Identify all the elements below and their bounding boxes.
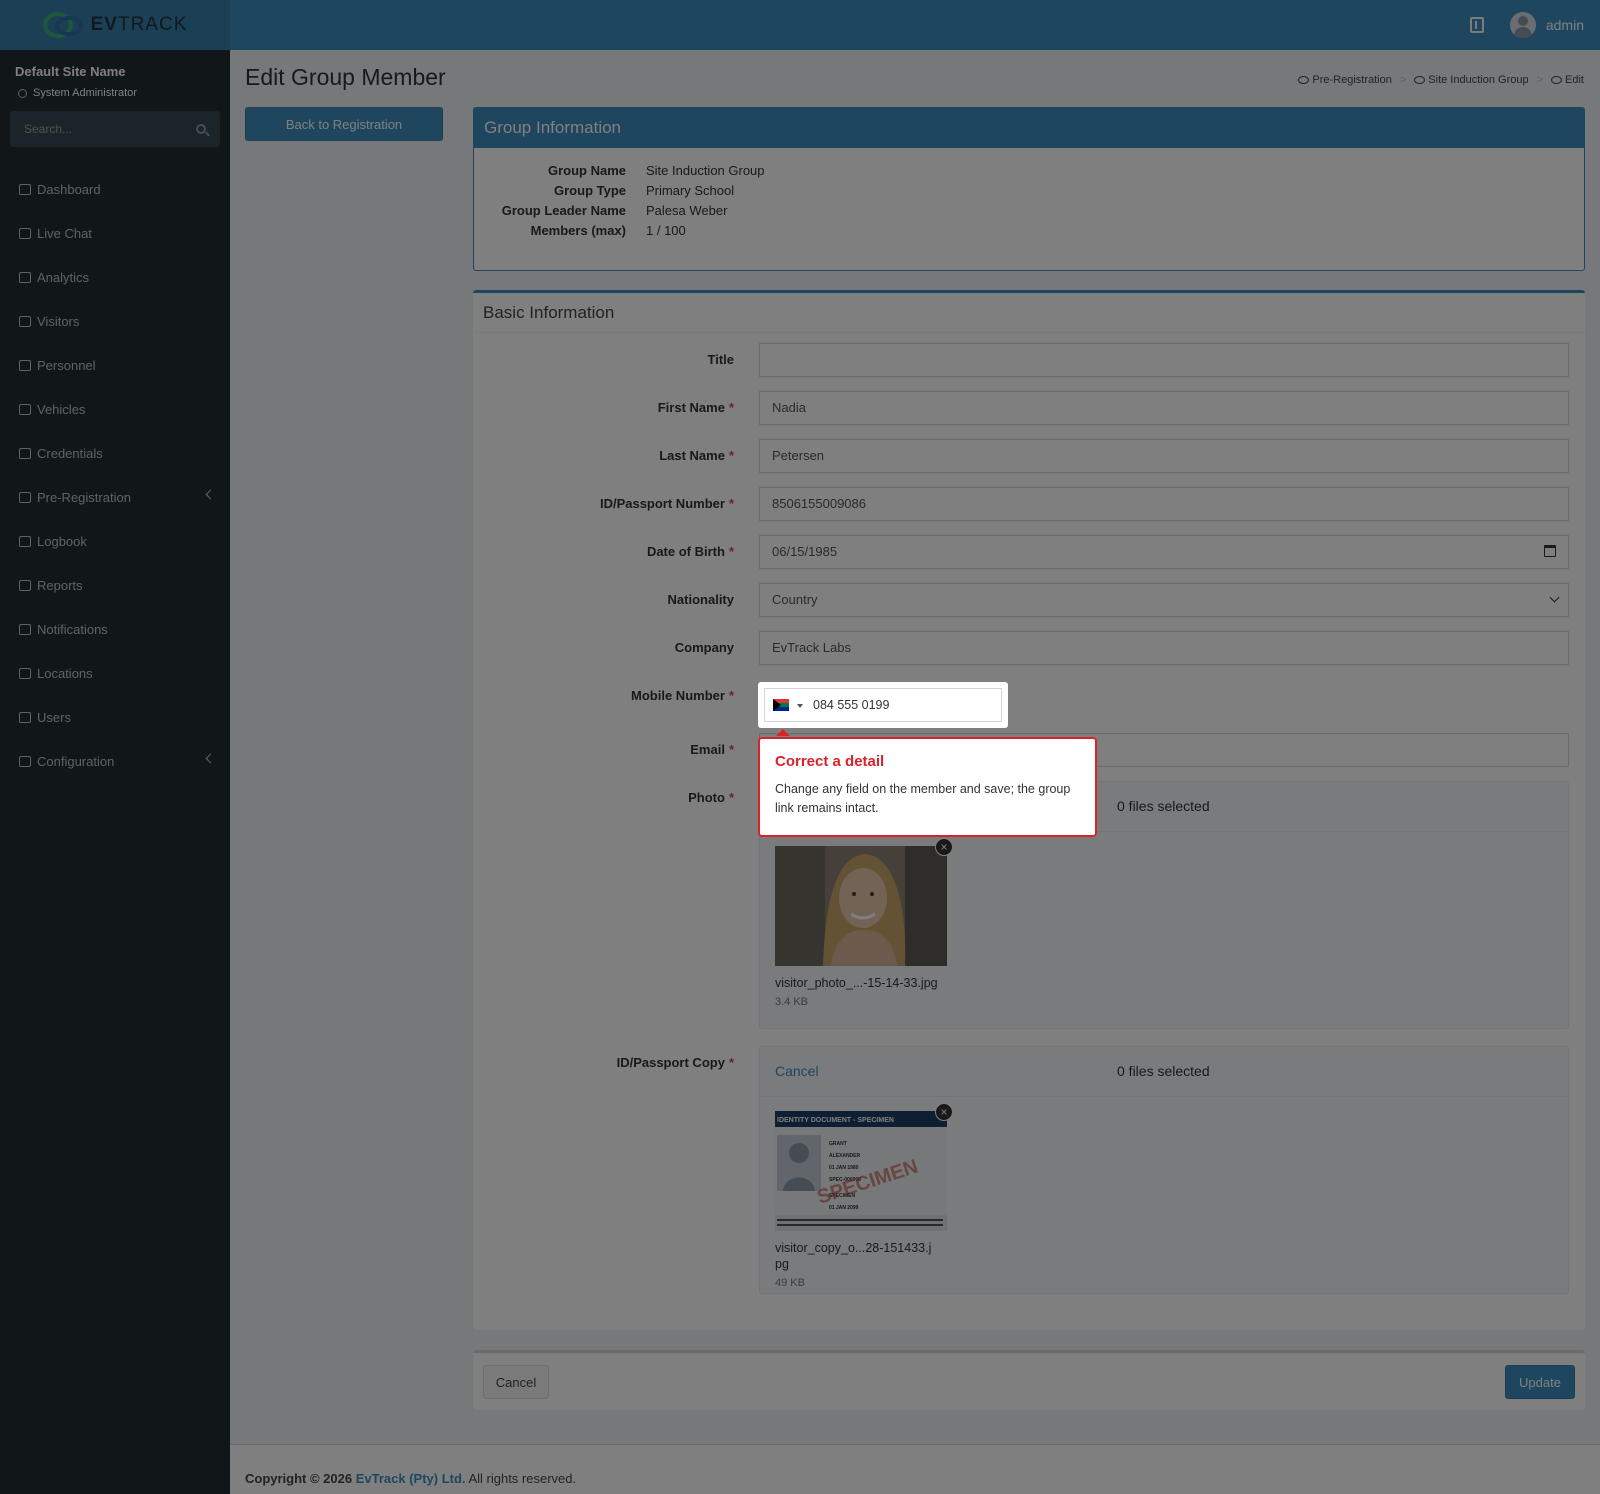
caret-down-icon[interactable]: [797, 704, 803, 708]
tour-tooltip: Correct a detail Change any field on the…: [758, 737, 1097, 837]
tooltip-body: Change any field on the member and save;…: [775, 782, 1071, 815]
mobile-number-value: 084 555 0199: [813, 698, 890, 712]
mobile-number-field[interactable]: 084 555 0199: [764, 688, 1002, 722]
mobile-highlight: 084 555 0199: [758, 682, 1008, 728]
south-africa-flag-icon[interactable]: [773, 699, 789, 711]
tooltip-title: Correct a detail: [775, 753, 885, 770]
